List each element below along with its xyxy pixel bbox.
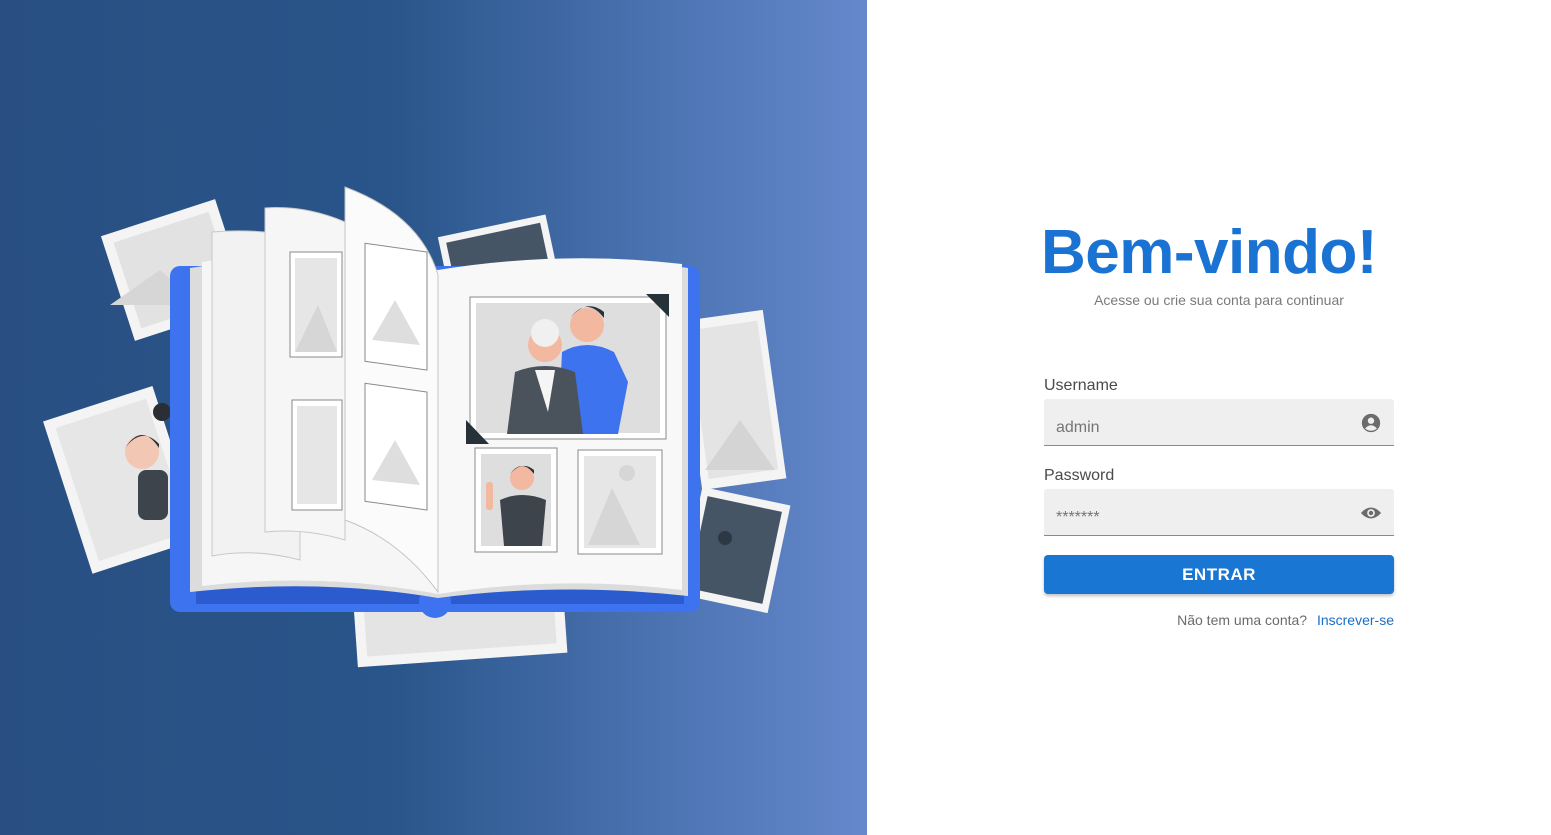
photo-album-illustration — [43, 186, 791, 668]
signup-row: Não tem uma conta? Inscrever-se — [1044, 612, 1394, 628]
hero-panel — [0, 0, 867, 835]
signup-prompt: Não tem uma conta? — [1177, 612, 1308, 628]
account-circle-icon — [1360, 412, 1382, 434]
welcome-title: Bem-vindo! — [1041, 218, 1378, 287]
login-panel: Bem-vindo! Acesse ou crie sua conta para… — [867, 0, 1551, 835]
login-button[interactable]: ENTRAR — [1044, 555, 1394, 594]
password-field[interactable] — [1044, 489, 1394, 536]
eye-icon[interactable] — [1360, 502, 1382, 524]
password-label: Password — [1044, 467, 1115, 484]
welcome-subtitle: Acesse ou crie sua conta para continuar — [1094, 292, 1344, 308]
signup-link[interactable]: Inscrever-se — [1317, 612, 1394, 628]
password-input[interactable] — [1056, 507, 1346, 529]
username-input[interactable] — [1056, 417, 1346, 439]
username-label: Username — [1044, 377, 1118, 394]
username-field[interactable] — [1044, 399, 1394, 446]
